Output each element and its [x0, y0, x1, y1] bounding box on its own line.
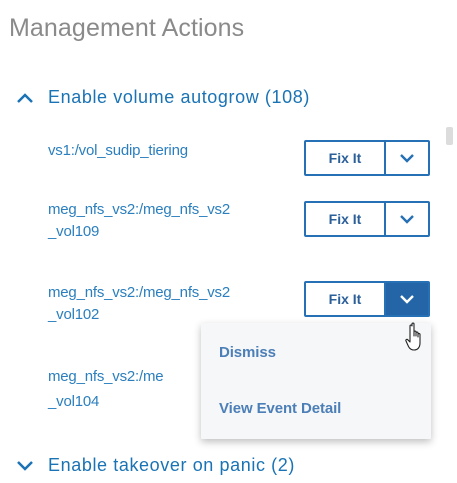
- fix-it-split-button: Fix It: [304, 281, 430, 317]
- volume-link[interactable]: vs1:/vol_sudip_tiering: [48, 140, 283, 162]
- volume-name-line1: meg_nfs_vs2:/meg_nfs_vs2: [48, 284, 230, 301]
- fix-it-button[interactable]: Fix It: [306, 142, 386, 174]
- dropdown-toggle-button[interactable]: [386, 283, 428, 315]
- chevron-down-icon: [400, 154, 414, 163]
- volume-name-line2: _vol109: [48, 223, 100, 240]
- section-label: Enable takeover on panic (2): [48, 455, 295, 475]
- action-dropdown-menu: Dismiss View Event Detail: [201, 323, 431, 439]
- scrollbar-track[interactable]: [446, 126, 454, 436]
- volume-link[interactable]: meg_nfs_vs2:/meg_nfs_vs2 _vol102: [48, 282, 283, 326]
- dropdown-toggle-button[interactable]: [386, 203, 428, 235]
- volume-name-line1: vs1:/vol_sudip_tiering: [48, 142, 188, 159]
- section-header-volume-autogrow[interactable]: Enable volume autogrow (108): [14, 87, 310, 108]
- menu-item-view-event-detail[interactable]: View Event Detail: [219, 400, 341, 417]
- fix-it-split-button: Fix It: [304, 201, 430, 237]
- dropdown-toggle-button[interactable]: [386, 142, 428, 174]
- scrollbar-thumb[interactable]: [446, 127, 453, 145]
- volume-link[interactable]: meg_nfs_vs2:/meg_nfs_vs2 _vol109: [48, 199, 283, 243]
- fix-it-split-button: Fix It: [304, 140, 430, 176]
- volume-name-line1: meg_nfs_vs2:/meg_nfs_vs2: [48, 201, 230, 218]
- section-label: Enable volume autogrow (108): [48, 87, 310, 107]
- panel-title: Management Actions: [9, 14, 245, 42]
- fix-it-button[interactable]: Fix It: [306, 203, 386, 235]
- chevron-up-icon: [17, 92, 33, 103]
- chevron-down-icon: [400, 295, 414, 304]
- chevron-down-icon: [17, 460, 33, 471]
- section-header-takeover-on-panic[interactable]: Enable takeover on panic (2): [14, 455, 295, 476]
- menu-item-dismiss[interactable]: Dismiss: [219, 344, 276, 361]
- fix-it-button[interactable]: Fix It: [306, 283, 386, 315]
- hand-pointer-icon: [405, 322, 421, 351]
- chevron-down-icon: [400, 215, 414, 224]
